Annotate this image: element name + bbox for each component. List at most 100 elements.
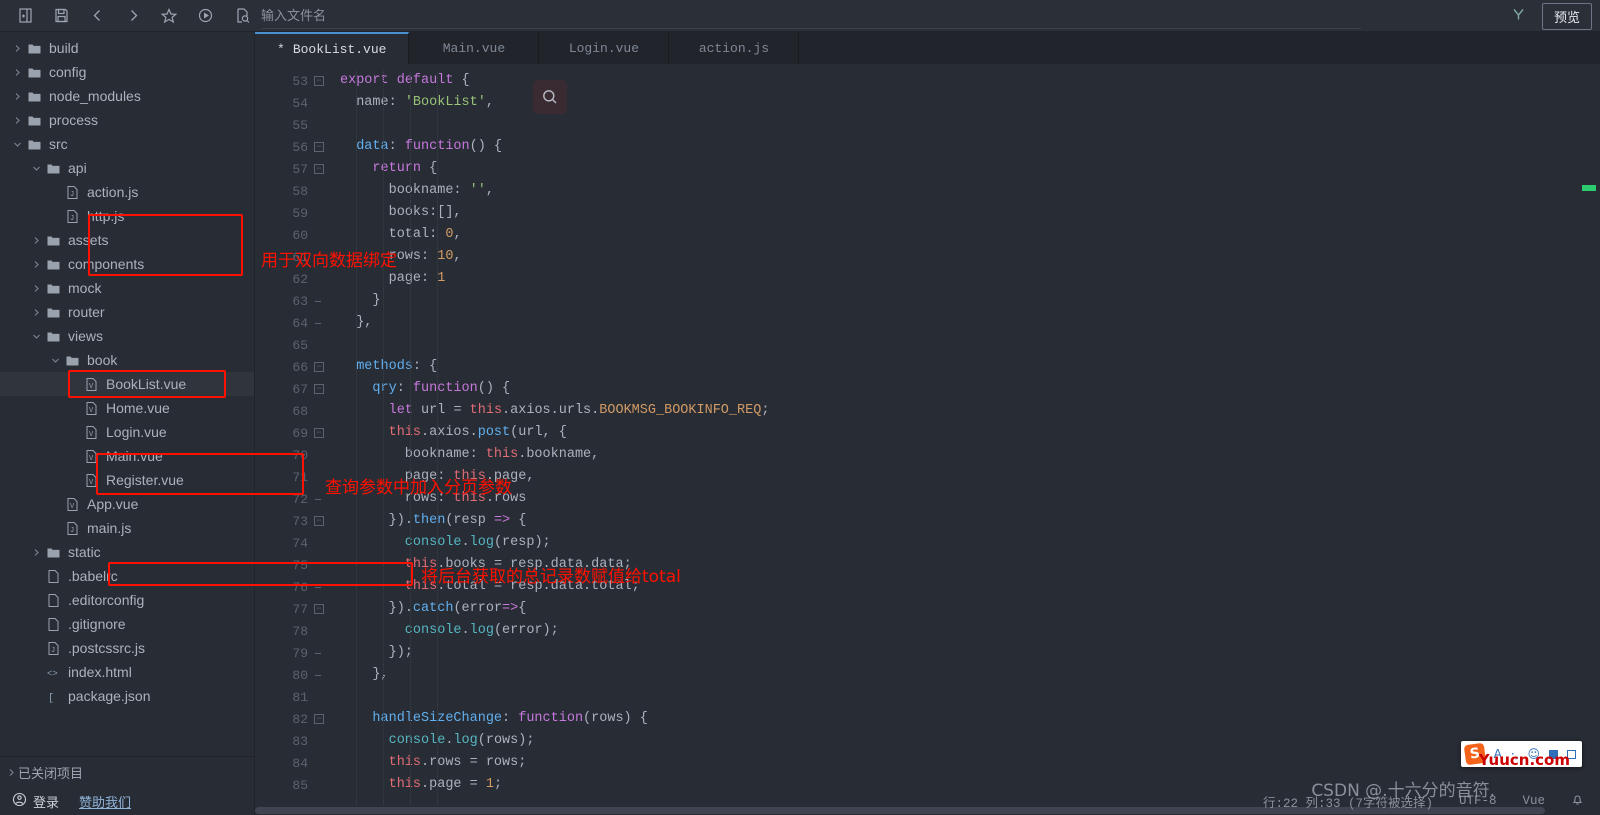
code-line[interactable]: handleSizeChange: function(rows) { [340,708,1600,730]
code-line[interactable] [340,334,1600,356]
sidebar-item-login-vue[interactable]: V Login.vue [0,420,254,444]
code-line[interactable]: bookname: '', [340,180,1600,202]
code-line[interactable]: page: 1 [340,268,1600,290]
code-line[interactable]: return { [340,158,1600,180]
chevron-right-icon [29,284,43,293]
code-line[interactable] [340,114,1600,136]
new-file-icon[interactable] [10,3,40,29]
sidebar-item-main-js[interactable]: Jmain.js [0,516,254,540]
sidebar-item-register-vue[interactable]: V Register.vue [0,468,254,492]
sidebar-item-gitignore[interactable]: .gitignore [0,612,254,636]
bell-icon[interactable] [1571,793,1584,810]
code-line[interactable]: export default { [340,70,1600,92]
back-icon[interactable] [82,3,112,29]
sidebar-item-main-vue[interactable]: V Main.vue [0,444,254,468]
sidebar-item-package-json[interactable]: [ ] package.json [0,684,254,708]
sidebar-item-src[interactable]: src [0,132,254,156]
forward-icon[interactable] [118,3,148,29]
tab-main-vue[interactable]: Main.vue [409,32,540,64]
code-viewport[interactable]: 53−54 55 56−57−58 59 60 61 62 63 64 65 66−67−68 69−… [255,64,1600,815]
sponsor-link[interactable]: 赞助我们 [79,792,131,811]
svg-text:V: V [89,407,94,415]
code-line[interactable]: qry: function() { [340,378,1600,400]
folder-icon [43,305,63,320]
run-icon[interactable] [190,3,220,29]
login-label: 登录 [33,794,60,810]
code-line[interactable]: }).then(resp => { [340,510,1600,532]
code-line[interactable]: rows: 10, [340,246,1600,268]
sidebar-item-postcssrc-js[interactable]: J .postcssrc.js [0,636,254,660]
code-line[interactable]: methods: { [340,356,1600,378]
sidebar-item-router[interactable]: router [0,300,254,324]
code-line[interactable]: this.rows = rows; [340,752,1600,774]
sidebar-item-babelrc[interactable]: .babelrc [0,564,254,588]
code-line[interactable]: } [340,290,1600,312]
sidebar-bottom: 已关闭项目 登录 赞助我们 [0,756,254,815]
sidebar-item-booklist-vue[interactable]: V BookList.vue [0,372,254,396]
code-line[interactable]: total: 0, [340,224,1600,246]
code-line[interactable]: books:[], [340,202,1600,224]
code-text[interactable]: export default { name: 'BookList', data:… [312,64,1600,815]
login-button[interactable]: 登录 [12,792,59,811]
tab-action-js[interactable]: action.js [669,32,800,64]
closed-projects-row[interactable]: 已关闭项目 [0,757,254,787]
sidebar-item-mock[interactable]: mock [0,276,254,300]
sidebar-item-static[interactable]: static [0,540,254,564]
code-line[interactable] [340,686,1600,708]
star-icon[interactable] [154,3,184,29]
tab-booklist-vue[interactable]: * BookList.vue [255,32,410,64]
sidebar-item-book[interactable]: book [0,348,254,372]
preview-button[interactable]: 预览 [1541,2,1592,30]
sidebar-item-process[interactable]: process [0,108,254,132]
line-number: 75 [292,557,308,573]
code-line[interactable]: }).catch(error=>{ [340,598,1600,620]
sidebar-item-build[interactable]: build [0,36,254,60]
search-icon[interactable] [533,80,567,114]
code-line[interactable]: this.axios.post(url, { [340,422,1600,444]
tab-login-vue[interactable]: Login.vue [539,32,670,64]
js-icon: J [43,641,63,656]
line-number: 67− [255,378,324,400]
file-search-icon[interactable] [234,7,251,24]
code-line[interactable]: }); [340,642,1600,664]
sidebar-item-http-js[interactable]: Jhttp.js [0,204,254,228]
line-number: 68 [292,403,308,419]
sidebar-item-editorconfig[interactable]: .editorconfig [0,588,254,612]
svg-text:V: V [89,479,94,487]
sidebar-item-api[interactable]: api [0,156,254,180]
folder-icon [43,257,63,272]
code-line[interactable]: bookname: this.bookname, [340,444,1600,466]
code-line[interactable]: page: this.page, [340,466,1600,488]
code-line[interactable]: console.log(error); [340,620,1600,642]
sidebar-item-home-vue[interactable]: V Home.vue [0,396,254,420]
file-icon [43,617,63,632]
code-line[interactable]: console.log(rows); [340,730,1600,752]
csdn-watermark: CSDN @.十六分的音符. [1311,781,1495,801]
code-line[interactable]: }, [340,312,1600,334]
sidebar-item-views[interactable]: views [0,324,254,348]
editor-tab-bar[interactable]: * BookList.vue Main.vue Login.vue action.js [255,32,1600,64]
sidebar-item-components[interactable]: components [0,252,254,276]
folder-icon [24,65,44,80]
sidebar-item-label: .editorconfig [68,592,145,608]
sidebar-item-label: views [68,328,104,344]
code-line[interactable]: }, [340,664,1600,686]
sidebar-item-assets[interactable]: assets [0,228,254,252]
sidebar-item-node-modules[interactable]: node_modules [0,84,254,108]
js-icon: J [62,209,82,224]
code-line[interactable]: console.log(resp); [340,532,1600,554]
y-icon[interactable] [1507,7,1530,25]
sidebar-item-index-html[interactable]: <> index.html [0,660,254,684]
tab-label: Main.vue [442,40,506,56]
code-line[interactable]: rows: this.rows [340,488,1600,510]
language-label[interactable]: Vue [1522,794,1545,808]
code-line[interactable]: let url = this.axios.urls.BOOKMSG_BOOKIN… [340,400,1600,422]
sidebar-item-action-js[interactable]: Jaction.js [0,180,254,204]
sidebar-item-app-vue[interactable]: V App.vue [0,492,254,516]
file-tree-list[interactable]: build config node_modules process src api Jact… [0,32,254,756]
sidebar-item-config[interactable]: config [0,60,254,84]
code-line[interactable]: name: 'BookList', [340,92,1600,114]
save-icon[interactable] [46,3,76,29]
code-line[interactable]: data: function() { [340,136,1600,158]
filename-input[interactable] [261,2,1361,29]
